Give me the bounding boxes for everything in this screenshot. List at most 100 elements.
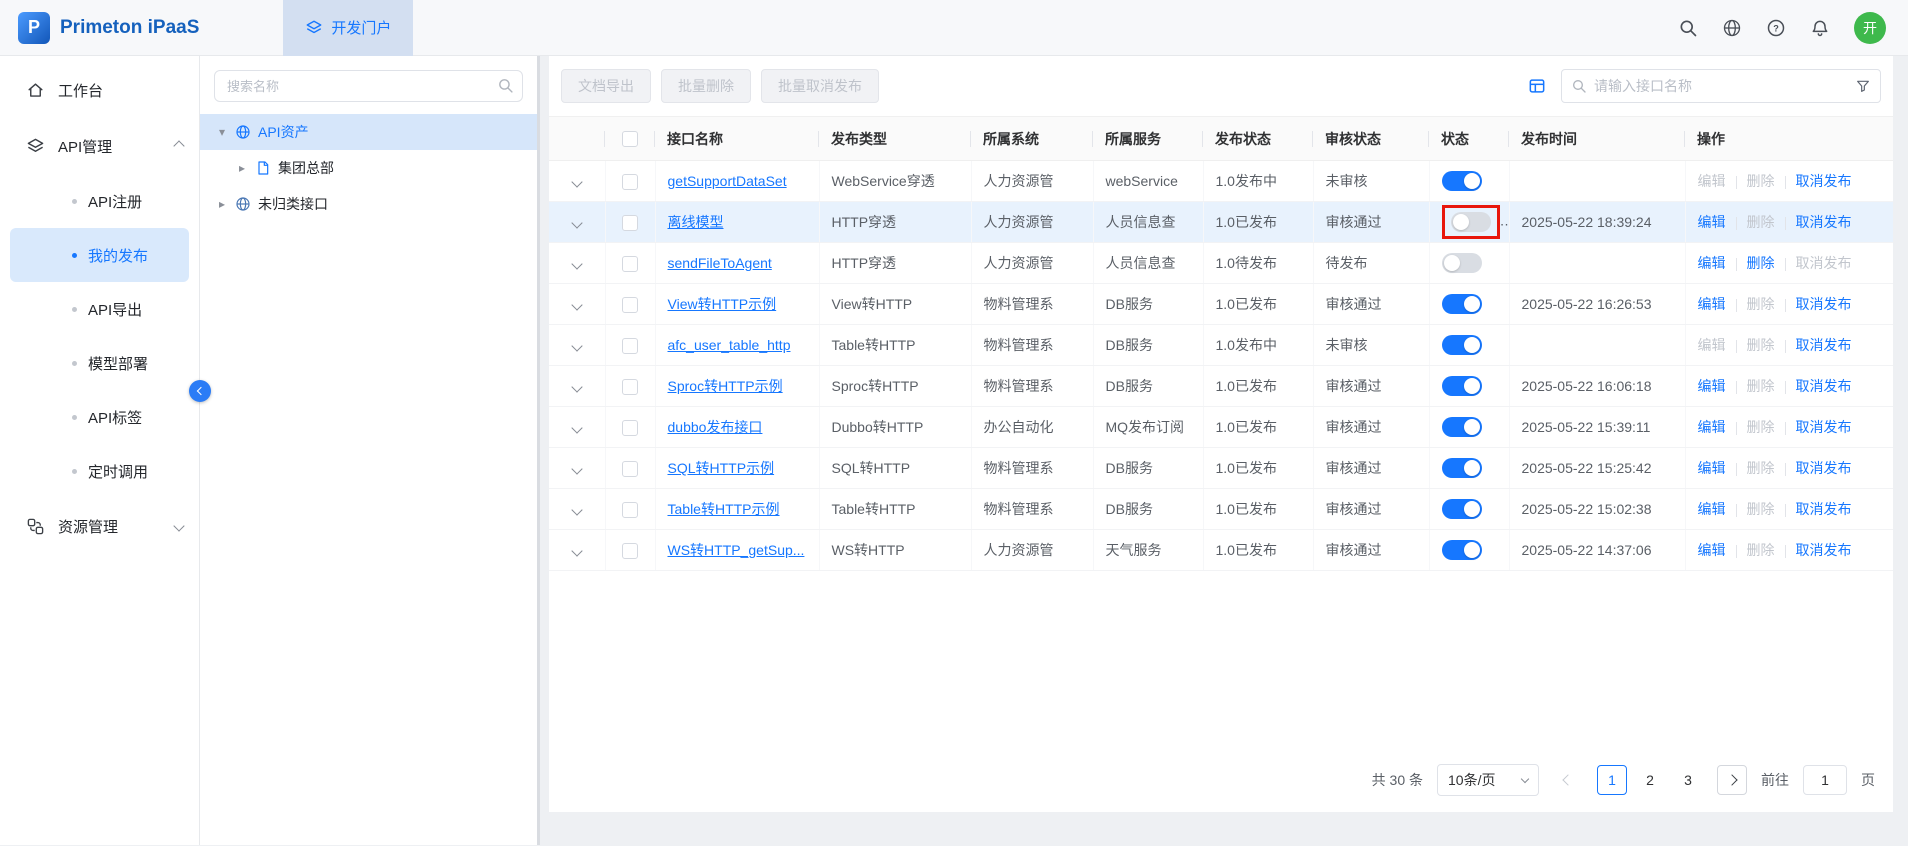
status-toggle[interactable]: [1442, 458, 1482, 478]
sidebar-item-api-management[interactable]: API管理: [0, 118, 199, 174]
api-name-link[interactable]: SQL转HTTP示例: [668, 460, 775, 476]
row-expand-icon[interactable]: [571, 422, 582, 433]
api-name-link[interactable]: Sproc转HTTP示例: [668, 378, 783, 394]
unpublish-link[interactable]: 取消发布: [1796, 337, 1852, 353]
row-expand-icon[interactable]: [571, 217, 582, 228]
page-button-1[interactable]: 1: [1597, 765, 1627, 795]
row-checkbox[interactable]: [622, 543, 638, 559]
api-name-link[interactable]: getSupportDataSet: [668, 173, 787, 189]
edit-link[interactable]: 编辑: [1698, 542, 1726, 558]
sidebar-item-api-export[interactable]: API导出: [10, 282, 189, 336]
delete-link[interactable]: 删除: [1747, 501, 1775, 517]
interface-search-input[interactable]: [1594, 78, 1848, 94]
sidebar-item-workbench[interactable]: 工作台: [0, 62, 199, 118]
tab-dev-portal[interactable]: 开发门户: [283, 0, 413, 56]
tree-node-api-assets[interactable]: ▾ API资产: [200, 114, 537, 150]
page-button-3[interactable]: 3: [1673, 765, 1703, 795]
delete-link[interactable]: 删除: [1747, 173, 1775, 189]
api-name-link[interactable]: dubbo发布接口: [668, 419, 763, 435]
filter-icon[interactable]: [1855, 78, 1871, 94]
row-checkbox[interactable]: [622, 174, 638, 190]
edit-link[interactable]: 编辑: [1698, 337, 1726, 353]
row-expand-icon[interactable]: [571, 504, 582, 515]
caret-down-icon[interactable]: ▾: [216, 125, 228, 139]
edit-link[interactable]: 编辑: [1698, 501, 1726, 517]
api-name-link[interactable]: WS转HTTP_getSup...: [668, 542, 805, 558]
delete-link[interactable]: 删除: [1747, 460, 1775, 476]
row-checkbox[interactable]: [622, 256, 638, 272]
row-checkbox[interactable]: [622, 502, 638, 518]
status-toggle[interactable]: [1442, 540, 1482, 560]
tree-node-unclassified[interactable]: ▸ 未归类接口: [200, 186, 537, 222]
page-size-select[interactable]: 10条/页: [1437, 764, 1539, 796]
sidebar-item-my-publish[interactable]: 我的发布: [10, 228, 189, 282]
search-icon[interactable]: [1678, 18, 1698, 38]
unpublish-link[interactable]: 取消发布: [1796, 173, 1852, 189]
language-icon[interactable]: [1722, 18, 1742, 38]
batch-delete-button[interactable]: 批量删除: [661, 69, 751, 103]
batch-unpublish-button[interactable]: 批量取消发布: [761, 69, 879, 103]
next-page-button[interactable]: [1717, 765, 1747, 795]
doc-export-button[interactable]: 文档导出: [561, 69, 651, 103]
status-toggle[interactable]: [1442, 376, 1482, 396]
unpublish-link[interactable]: 取消发布: [1796, 296, 1852, 312]
row-expand-icon[interactable]: [571, 340, 582, 351]
edit-link[interactable]: 编辑: [1698, 378, 1726, 394]
sidebar-item-resource-management[interactable]: 资源管理: [0, 498, 199, 554]
unpublish-link[interactable]: 取消发布: [1796, 419, 1852, 435]
panel-collapse-button[interactable]: [189, 380, 211, 402]
edit-link[interactable]: 编辑: [1698, 296, 1726, 312]
delete-link[interactable]: 删除: [1747, 542, 1775, 558]
unpublish-link[interactable]: 取消发布: [1796, 214, 1852, 230]
api-name-link[interactable]: View转HTTP示例: [668, 296, 777, 312]
row-expand-icon[interactable]: [571, 176, 582, 187]
row-expand-icon[interactable]: [571, 381, 582, 392]
status-toggle[interactable]: [1451, 212, 1491, 232]
sidebar-item-scheduled-call[interactable]: 定时调用: [10, 444, 189, 498]
sidebar-item-model-deploy[interactable]: 模型部署: [10, 336, 189, 390]
delete-link[interactable]: 删除: [1747, 255, 1775, 271]
page-button-2[interactable]: 2: [1635, 765, 1665, 795]
prev-page-button[interactable]: [1553, 765, 1583, 795]
row-expand-icon[interactable]: [571, 545, 582, 556]
select-all-checkbox[interactable]: [622, 131, 638, 147]
row-checkbox[interactable]: [622, 379, 638, 395]
row-checkbox[interactable]: [622, 420, 638, 436]
help-icon[interactable]: ?: [1766, 18, 1786, 38]
tree-search-input[interactable]: [214, 70, 523, 102]
row-expand-icon[interactable]: [571, 299, 582, 310]
status-toggle[interactable]: [1442, 417, 1482, 437]
status-toggle[interactable]: [1442, 171, 1482, 191]
delete-link[interactable]: 删除: [1747, 296, 1775, 312]
edit-link[interactable]: 编辑: [1698, 214, 1726, 230]
sidebar-item-api-register[interactable]: API注册: [10, 174, 189, 228]
unpublish-link[interactable]: 取消发布: [1796, 378, 1852, 394]
delete-link[interactable]: 删除: [1747, 337, 1775, 353]
caret-right-icon[interactable]: ▸: [236, 161, 248, 175]
unpublish-link[interactable]: 取消发布: [1796, 501, 1852, 517]
columns-icon[interactable]: [1527, 76, 1547, 96]
delete-link[interactable]: 删除: [1747, 419, 1775, 435]
row-expand-icon[interactable]: [571, 258, 582, 269]
app-logo[interactable]: P Primeton iPaaS: [0, 12, 199, 44]
sidebar-item-api-tags[interactable]: API标签: [10, 390, 189, 444]
api-name-link[interactable]: Table转HTTP示例: [668, 501, 780, 517]
row-checkbox[interactable]: [622, 338, 638, 354]
panel-splitter[interactable]: [537, 56, 540, 845]
row-expand-icon[interactable]: [571, 463, 582, 474]
edit-link[interactable]: 编辑: [1698, 173, 1726, 189]
api-name-link[interactable]: sendFileToAgent: [668, 255, 772, 271]
status-toggle[interactable]: [1442, 335, 1482, 355]
delete-link[interactable]: 删除: [1747, 214, 1775, 230]
delete-link[interactable]: 删除: [1747, 378, 1775, 394]
edit-link[interactable]: 编辑: [1698, 255, 1726, 271]
unpublish-link[interactable]: 取消发布: [1796, 542, 1852, 558]
row-checkbox[interactable]: [622, 297, 638, 313]
caret-right-icon[interactable]: ▸: [216, 197, 228, 211]
tree-node-group-hq[interactable]: ▸ 集团总部: [200, 150, 537, 186]
edit-link[interactable]: 编辑: [1698, 419, 1726, 435]
goto-page-input[interactable]: [1803, 765, 1847, 795]
status-toggle[interactable]: [1442, 499, 1482, 519]
notifications-icon[interactable]: [1810, 18, 1830, 38]
status-toggle[interactable]: [1442, 294, 1482, 314]
